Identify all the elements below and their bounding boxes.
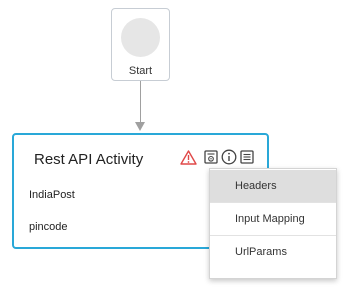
start-node[interactable]: Start	[111, 8, 170, 81]
connector-line	[140, 81, 141, 123]
activity-field-row: pincode	[29, 221, 68, 233]
menu-item-input-mapping[interactable]: Input Mapping	[210, 203, 336, 235]
list-icon[interactable]	[240, 150, 254, 164]
context-menu: Headers Input Mapping UrlParams	[209, 168, 337, 279]
activity-field-row: IndiaPost	[29, 189, 75, 201]
warning-icon[interactable]	[180, 150, 197, 165]
start-label: Start	[128, 65, 153, 77]
document-settings-icon[interactable]	[204, 150, 218, 164]
connector-arrow-icon	[135, 122, 145, 131]
activity-title: Rest API Activity	[34, 151, 144, 168]
menu-item-urlparams[interactable]: UrlParams	[210, 236, 336, 268]
start-circle-icon	[121, 18, 160, 57]
menu-item-headers[interactable]: Headers	[210, 170, 336, 202]
info-icon[interactable]	[221, 149, 237, 165]
